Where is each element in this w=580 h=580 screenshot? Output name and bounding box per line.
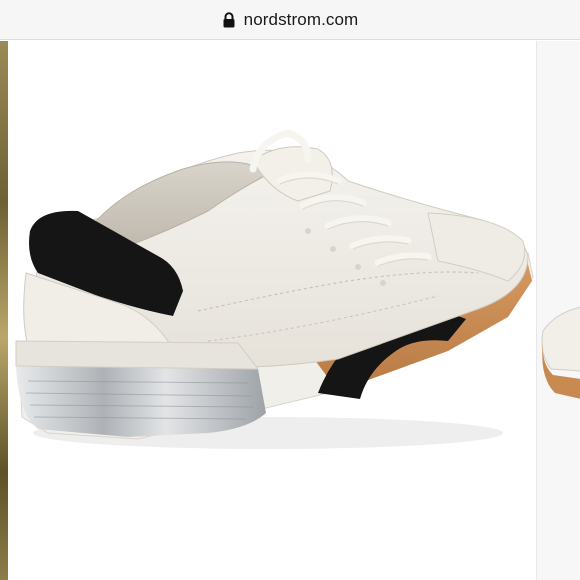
previous-image-peek[interactable] bbox=[0, 41, 8, 580]
next-image-peek[interactable] bbox=[536, 41, 580, 580]
sneaker-illustration bbox=[15, 129, 534, 449]
lock-icon bbox=[222, 11, 236, 28]
browser-address-bar[interactable]: nordstrom.com bbox=[0, 0, 580, 40]
product-image-gallery[interactable] bbox=[0, 41, 580, 580]
main-product-image[interactable] bbox=[8, 41, 535, 580]
url-text: nordstrom.com bbox=[243, 9, 359, 29]
